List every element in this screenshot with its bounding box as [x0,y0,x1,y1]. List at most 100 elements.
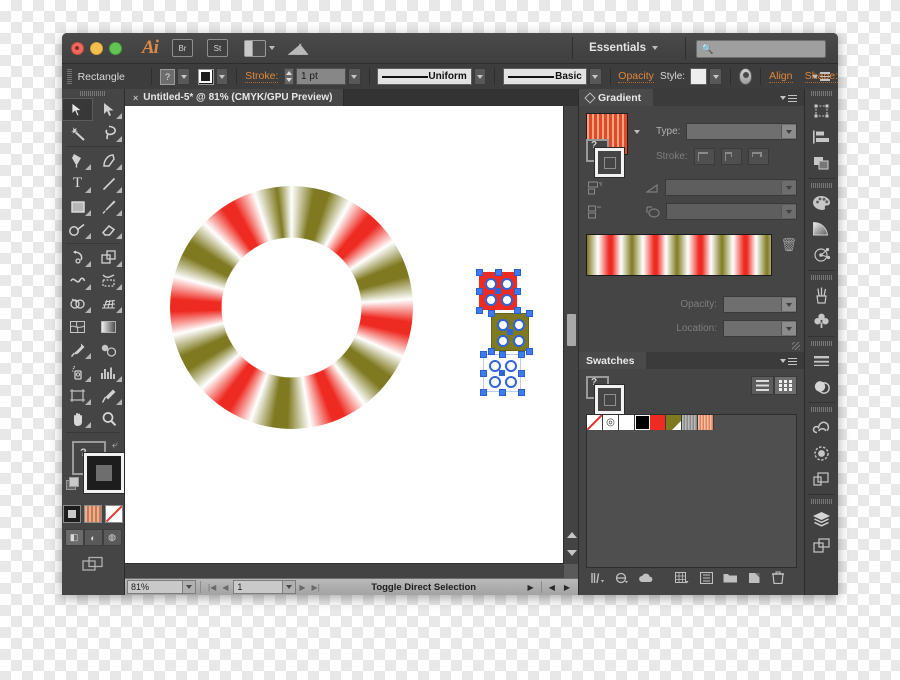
status-menu-button[interactable]: ▶ [528,583,534,592]
default-fill-stroke-icon[interactable] [66,477,79,490]
swatch-orange-stripe[interactable] [698,415,714,430]
control-bar-grip[interactable] [67,69,72,84]
gradient-aspect-input[interactable] [666,203,797,220]
rail-grip[interactable] [810,181,833,190]
control-bar-menu-button[interactable] [812,72,830,81]
color-guide-icon[interactable] [805,216,838,242]
draw-inside-button[interactable]: ◍ [102,529,122,546]
tool-direct-selection[interactable] [93,98,124,121]
new-folder-icon[interactable] [718,572,742,584]
swatches-panel-menu-button[interactable] [780,357,797,365]
artboard-panel-icon[interactable] [805,532,838,558]
close-window-button[interactable] [71,41,84,55]
gradient-angle-input[interactable] [665,179,797,196]
selection-handle[interactable] [514,307,521,314]
tool-curvature[interactable] [93,149,124,172]
layers-icon[interactable] [805,506,838,532]
delete-swatch-icon[interactable] [766,571,790,584]
die-olive[interactable] [488,310,533,355]
selection-handle[interactable] [480,389,487,396]
arrange-documents-button[interactable] [243,39,275,57]
swap-fill-stroke-icon[interactable]: ⤶ [112,439,118,452]
stroke-icon[interactable] [805,348,838,374]
scroll-down-icon[interactable] [567,550,577,556]
transform-icon[interactable] [805,98,838,124]
swatch-libraries-icon[interactable] [586,572,610,584]
rail-grip[interactable] [810,273,833,282]
gradient-stroke-along-button[interactable] [720,148,742,165]
tool-symbol-sprayer[interactable] [62,361,93,384]
selection-handle[interactable] [499,351,506,358]
selection-handle[interactable] [476,288,483,295]
selection-handle[interactable] [499,389,506,396]
tool-rotate[interactable] [62,246,93,269]
gradient-opacity-input[interactable] [723,296,797,313]
swatch-black[interactable] [635,415,650,430]
align-icon[interactable] [805,124,838,150]
selection-handle[interactable] [476,307,483,314]
grid-view-button[interactable] [774,376,797,395]
tool-selection[interactable] [62,98,93,121]
tool-magic-wand[interactable] [62,121,93,144]
fill-color-button[interactable]: ? [159,68,176,85]
libraries-icon[interactable] [634,572,658,584]
tab-gradient[interactable]: Gradient [579,89,654,106]
selection-handle[interactable] [526,348,533,355]
vertical-scrollbar[interactable] [563,106,578,564]
maximize-window-button[interactable] [109,41,122,55]
tool-mesh[interactable] [62,315,93,338]
vertical-scroll-thumb[interactable] [567,314,576,346]
gradient-fill-swatch[interactable] [595,148,624,177]
swatches-list[interactable]: ◎ [586,414,797,568]
selection-handle[interactable] [518,351,525,358]
stroke-color-button[interactable] [197,68,214,85]
artboard-number-input[interactable]: 1 [233,580,284,594]
color-icon[interactable] [805,190,838,216]
selection-handle[interactable] [476,269,483,276]
tab-swatches[interactable]: Swatches [579,352,647,369]
rail-grip[interactable] [810,89,833,98]
gradient-reverse-icon[interactable] [588,181,604,195]
creative-cloud-icon[interactable] [805,414,838,440]
brush-definition-select[interactable]: Basic [503,68,587,85]
screen-mode-button[interactable] [62,556,124,572]
tool-zoom[interactable] [93,407,124,430]
scroll-up-icon[interactable] [567,532,577,538]
delete-gradient-stop-icon[interactable]: 🗑 [780,237,797,253]
tool-blend[interactable] [93,338,124,361]
stroke-weight-dropdown[interactable] [347,68,361,85]
image-trace-icon[interactable] [805,242,838,268]
selection-handle[interactable] [480,351,487,358]
artboard[interactable] [125,106,564,564]
tool-eraser[interactable] [93,218,124,241]
recolor-artwork-icon[interactable] [738,68,753,85]
brush-definition-dropdown[interactable] [588,68,602,85]
tool-type[interactable]: T [62,172,93,195]
selection-handle[interactable] [514,269,521,276]
swatch-registration[interactable]: ◎ [603,415,619,430]
tool-scale[interactable] [93,246,124,269]
tool-free-transform[interactable] [93,269,124,292]
rail-grip[interactable] [810,339,833,348]
tool-column-graph[interactable] [93,361,124,384]
new-color-group-icon[interactable] [694,571,718,584]
tool-shaper[interactable] [62,218,93,241]
transparency-icon[interactable] [805,374,838,400]
draw-normal-button[interactable]: ◧ [64,529,84,546]
gradient-presets-chevron-icon[interactable] [634,130,640,134]
tool-perspective-grid[interactable] [93,292,124,315]
opacity-label[interactable]: Opacity [618,70,654,83]
tool-slice[interactable] [93,384,124,407]
pathfinder-icon[interactable] [805,150,838,176]
rail-grip[interactable] [810,405,833,414]
artboards-icon[interactable] [805,466,838,492]
swatch-gray-stripe[interactable] [682,415,698,430]
fill-dropdown-button[interactable] [177,68,191,85]
gradient-stroke-within-button[interactable] [693,148,715,165]
canvas[interactable] [125,106,578,578]
gradient-type-select[interactable] [686,123,797,140]
stroke-weight-label[interactable]: Stroke: [245,70,279,83]
minimize-window-button[interactable] [90,41,103,55]
none-button[interactable] [105,505,123,523]
tool-eyedropper[interactable] [62,338,93,361]
